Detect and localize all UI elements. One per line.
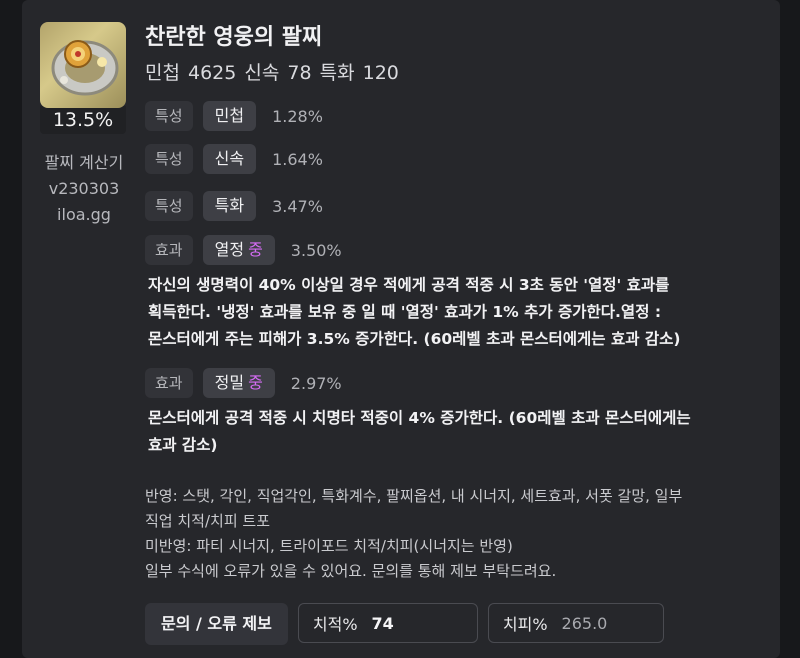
effect-grade: 중 bbox=[248, 240, 263, 259]
effect-name: 열정 bbox=[214, 240, 245, 259]
effect-description: 자신의 생명력이 40% 이상일 경우 적에게 공격 적중 시 3초 동안 '열… bbox=[148, 272, 748, 353]
effect-name-chip: 정밀 중 bbox=[202, 368, 275, 398]
note-line: 반영: 스탯, 각인, 직업각인, 특화계수, 팔찌옵션, 내 시너지, 세트효… bbox=[145, 487, 683, 505]
crit-rate-label: 치적% bbox=[312, 615, 358, 634]
trait-tag: 특성 bbox=[145, 101, 193, 131]
effect-tag: 효과 bbox=[145, 235, 193, 265]
note-line: 직업 치적/치피 트포 bbox=[145, 512, 270, 530]
trait-value: 3.47% bbox=[272, 196, 323, 216]
crit-dmg-field[interactable]: 치피% 265.0 bbox=[487, 603, 664, 643]
bracelet-icon bbox=[40, 22, 126, 108]
item-name: 찬란한 영웅의 팔찌 bbox=[145, 25, 323, 50]
effect-desc-line: 몬스터에게 주는 피해가 3.5% 증가한다. (60레벨 초과 몬스터에게는 … bbox=[148, 330, 681, 348]
trait-tag: 특성 bbox=[145, 191, 193, 221]
crit-dmg-value[interactable]: 265.0 bbox=[562, 614, 608, 633]
item-stats: 민첩 4625 신속 78 특화 120 bbox=[145, 62, 399, 84]
calculator-site: iloa.gg bbox=[57, 205, 111, 224]
crit-rate-field[interactable]: 치적% 74 bbox=[297, 603, 478, 643]
effect-tag: 효과 bbox=[145, 368, 193, 398]
notes: 반영: 스탯, 각인, 직업각인, 특화계수, 팔찌옵션, 내 시너지, 세트효… bbox=[145, 484, 765, 584]
trait-value: 1.64% bbox=[272, 149, 323, 169]
item-percent: 13.5% bbox=[40, 106, 126, 134]
trait-row: 특성 특화 3.47% bbox=[145, 191, 323, 221]
trait-name: 민첩 bbox=[202, 101, 257, 131]
trait-tag: 특성 bbox=[145, 144, 193, 174]
effect-value: 2.97% bbox=[290, 373, 342, 393]
trait-name: 신속 bbox=[202, 144, 257, 174]
effect-grade: 중 bbox=[248, 373, 263, 392]
effect-description: 몬스터에게 공격 적중 시 치명타 적중이 4% 증가한다. (60레벨 초과 … bbox=[148, 405, 748, 459]
calculator-title: 팔찌 계산기 bbox=[44, 153, 124, 172]
trait-row: 특성 민첩 1.28% bbox=[145, 101, 323, 131]
effect-desc-line: 자신의 생명력이 40% 이상일 경우 적에게 공격 적중 시 3초 동안 '열… bbox=[148, 276, 670, 294]
note-line: 일부 수식에 오류가 있을 수 있어요. 문의를 통해 제보 부탁드려요. bbox=[145, 562, 557, 580]
effect-desc-line: 몬스터에게 공격 적중 시 치명타 적중이 4% 증가한다. (60레벨 초과 … bbox=[148, 409, 691, 427]
effect-value: 3.50% bbox=[290, 240, 342, 260]
note-line: 미반영: 파티 시너지, 트라이포드 치적/치피(시너지는 반영) bbox=[145, 537, 513, 555]
effect-row: 효과 열정 중 3.50% bbox=[145, 235, 342, 265]
calculator-version: v230303 bbox=[48, 179, 120, 198]
effect-name-chip: 열정 중 bbox=[202, 235, 275, 265]
footer-controls: 문의 / 오류 제보 치적% 74 치피% 265.0 bbox=[145, 603, 664, 645]
trait-row: 특성 신속 1.64% bbox=[145, 144, 323, 174]
trait-value: 1.28% bbox=[272, 106, 323, 126]
report-button[interactable]: 문의 / 오류 제보 bbox=[145, 603, 288, 645]
effect-name: 정밀 bbox=[214, 373, 245, 392]
item-summary: 13.5% 팔찌 계산기 v230303 iloa.gg bbox=[40, 22, 128, 228]
effect-row: 효과 정밀 중 2.97% bbox=[145, 368, 342, 398]
crit-dmg-label: 치피% bbox=[502, 615, 548, 634]
crit-rate-value[interactable]: 74 bbox=[372, 614, 394, 633]
trait-name: 특화 bbox=[202, 191, 257, 221]
effect-desc-line: 효과 감소) bbox=[148, 436, 218, 454]
effect-desc-line: 획득한다. '냉정' 효과를 보유 중 일 때 '열정' 효과가 1% 추가 증… bbox=[148, 303, 662, 321]
